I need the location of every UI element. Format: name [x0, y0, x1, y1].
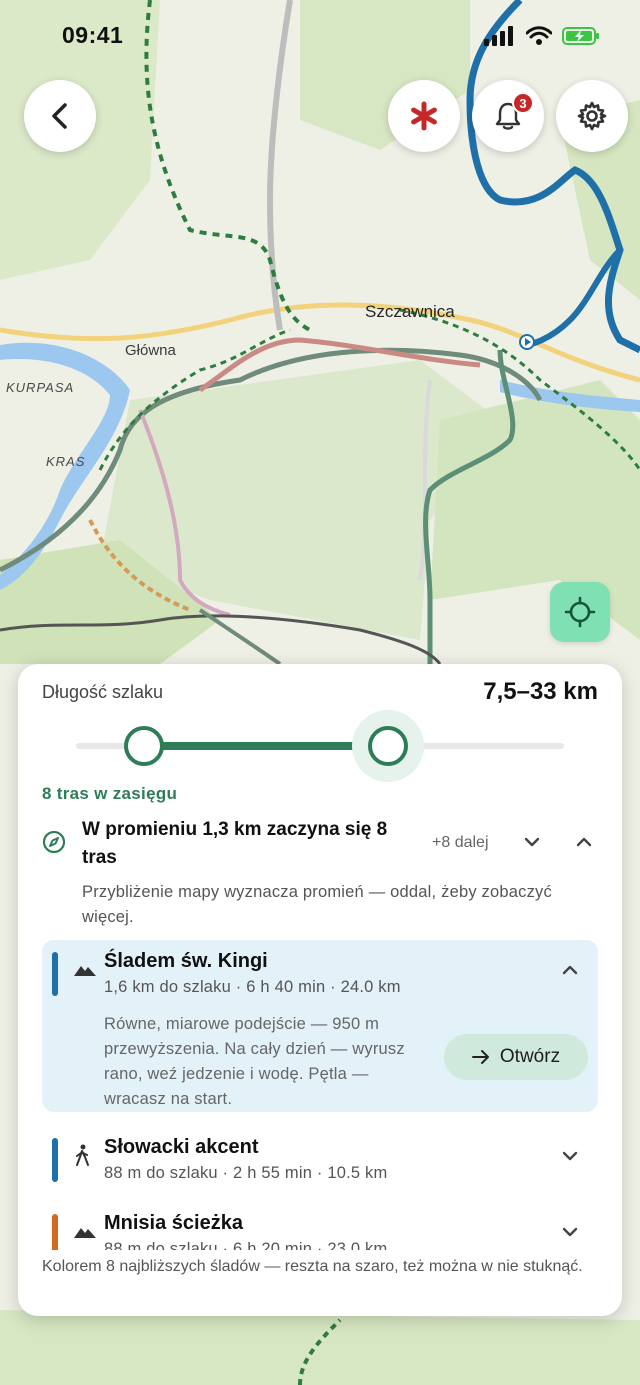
chevron-up-icon[interactable]	[574, 834, 594, 850]
map-label-road: Główna	[125, 342, 176, 359]
route-name: Śladem św. Kingi	[104, 950, 268, 972]
notification-badge: 3	[512, 92, 534, 114]
radius-title: W promieniu 1,3 km zaczyna się 8 tras	[82, 819, 388, 868]
chevron-up-icon[interactable]	[560, 962, 580, 978]
open-button-label: Otwórz	[499, 1046, 561, 1067]
length-range-slider[interactable]	[76, 710, 564, 782]
asterisk-icon	[411, 101, 437, 131]
wifi-icon	[526, 26, 552, 45]
route-description: Równe, miarowe podejście — 950 m przewyż…	[104, 1015, 405, 1108]
route-item-slowacki-akcent[interactable]: Słowacki akcent 88 m do szlaku · 2 h 55 …	[42, 1126, 598, 1202]
chevron-down-icon[interactable]	[560, 1224, 580, 1240]
map-label-area: KRAS	[46, 454, 86, 469]
route-item-mnisia-sciezka[interactable]: Mnisia ścieżka 88 m do szlaku · 6 h 20 m…	[42, 1202, 598, 1250]
route-meta: 1,6 km do szlaku · 6 h 40 min · 24.0 km	[104, 978, 401, 996]
notifications-button[interactable]: 3	[472, 80, 544, 152]
more-routes-link[interactable]: +8 dalej	[432, 834, 489, 852]
status-icons	[484, 26, 600, 46]
emergency-button[interactable]	[388, 80, 460, 152]
chevron-down-icon[interactable]	[560, 1148, 580, 1164]
trail-filter-sheet: Długość szlaku 7,5–33 km 8 tras w zasięg…	[18, 664, 622, 1316]
length-row: Długość szlaku 7,5–33 km	[42, 678, 598, 712]
route-meta: 88 m do szlaku · 6 h 20 min · 23.0 km	[104, 1240, 388, 1250]
status-bar: 09:41	[0, 0, 640, 72]
route-color-bar	[52, 1138, 58, 1182]
length-value: 7,5–33 km	[483, 678, 598, 705]
map-label-area: KURPASA	[6, 380, 75, 395]
radius-hint: Przybliżenie mapy wyznacza promień — odd…	[82, 883, 552, 926]
route-color-bar	[52, 952, 58, 996]
back-button[interactable]	[24, 80, 96, 152]
gear-icon	[577, 101, 607, 131]
mountain-icon	[74, 966, 96, 976]
battery-charging-icon	[562, 27, 599, 45]
hiker-icon	[76, 1144, 89, 1166]
map-label-town: Szczawnica	[365, 302, 455, 321]
route-name: Mnisia ścieżka	[104, 1212, 243, 1234]
route-meta: 88 m do szlaku · 2 h 55 min · 10.5 km	[104, 1164, 388, 1182]
crosshair-icon	[564, 596, 596, 628]
chevron-left-icon	[52, 103, 67, 129]
in-range-count: 8 tras w zasięgu	[42, 784, 178, 803]
settings-button[interactable]	[556, 80, 628, 152]
slider-thumb-min[interactable]	[124, 726, 165, 766]
route-color-bar	[52, 1214, 58, 1250]
mountain-icon	[74, 1228, 96, 1238]
compass-icon	[42, 830, 66, 854]
route-item-sladem-sw-kingi[interactable]: Śladem św. Kingi 1,6 km do szlaku · 6 h …	[42, 940, 598, 1112]
status-time: 09:41	[62, 22, 124, 48]
open-route-button[interactable]: Otwórz	[444, 1034, 588, 1080]
route-name: Słowacki akcent	[104, 1136, 259, 1158]
route-list: Śladem św. Kingi 1,6 km do szlaku · 6 h …	[42, 940, 598, 1250]
footer-note: Kolorem 8 najbliższych śladów — reszta n…	[42, 1250, 598, 1279]
arrow-right-icon	[471, 1050, 489, 1064]
cellular-signal-icon	[484, 26, 513, 46]
locate-me-button[interactable]	[550, 582, 610, 642]
chevron-down-icon[interactable]	[522, 834, 542, 850]
length-label: Długość szlaku	[42, 682, 164, 702]
